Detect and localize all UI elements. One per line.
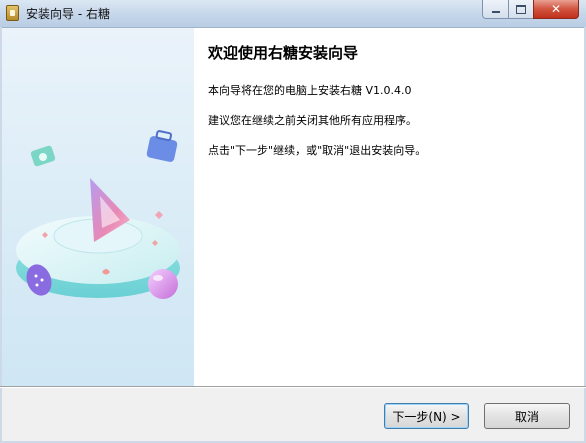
app-icon [6,5,19,21]
minimize-button[interactable] [482,0,509,19]
banner-illustration [16,130,180,299]
sphere-icon-pink [148,269,178,299]
instructions-text: 点击"下一步"继续，或"取消"退出安装向导。 [208,144,427,157]
install-description: 本向导将在您的电脑上安装右糖 V1.0.4.0 [208,84,412,97]
wizard-content: 欢迎使用右糖安装向导 本向导将在您的电脑上安装右糖 V1.0.4.0 建议您在继… [194,28,584,386]
maximize-icon [516,4,526,14]
close-icon: ✕ [550,2,562,16]
welcome-heading: 欢迎使用右糖安装向导 [208,44,359,62]
next-button[interactable]: 下一步(N) > [384,403,469,429]
title-bar[interactable]: 安装向导 - 右糖 ✕ [0,0,586,28]
close-apps-advice: 建议您在继续之前关闭其他所有应用程序。 [208,114,417,127]
maximize-button[interactable] [508,0,534,19]
cancel-button[interactable]: 取消 [484,403,570,429]
wizard-banner-image [2,28,194,386]
close-button[interactable]: ✕ [533,0,579,19]
divider-highlight [0,387,586,388]
heart-icon-2 [155,211,163,219]
window-title: 安装向导 - 右糖 [26,7,110,21]
minimize-icon [491,11,500,13]
